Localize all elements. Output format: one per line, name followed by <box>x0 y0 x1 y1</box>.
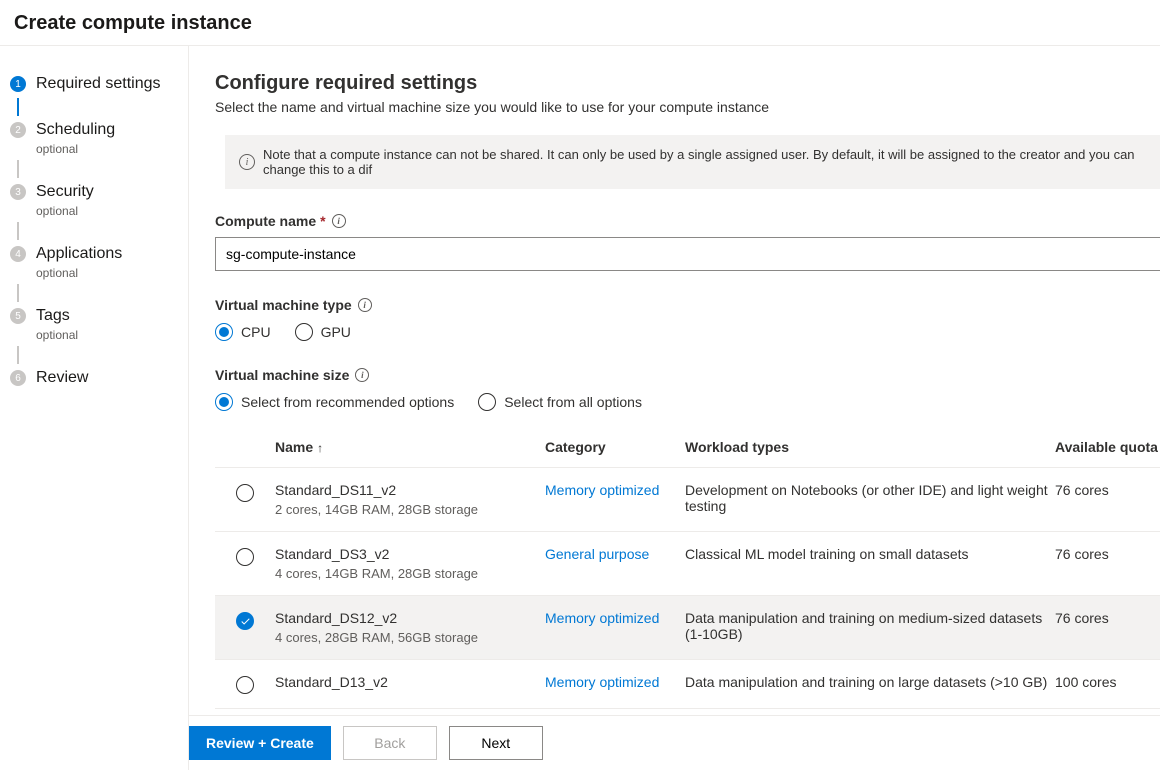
radio-label: CPU <box>241 324 271 340</box>
step-connector <box>17 160 19 178</box>
radio-icon <box>215 323 233 341</box>
vm-spec: 4 cores, 28GB RAM, 56GB storage <box>275 630 545 645</box>
vm-name: Standard_DS3_v2 <box>275 546 545 562</box>
vm-spec: 4 cores, 14GB RAM, 28GB storage <box>275 566 545 581</box>
info-icon[interactable]: i <box>358 298 372 312</box>
workload-text: Development on Notebooks (or other IDE) … <box>685 482 1055 514</box>
vm-spec: 2 cores, 14GB RAM, 28GB storage <box>275 502 545 517</box>
page-title: Create compute instance <box>14 12 1146 35</box>
step-label: Security <box>36 182 94 202</box>
vm-name: Standard_D13_v2 <box>275 674 545 690</box>
table-row[interactable]: Standard_DS3_v2 4 cores, 14GB RAM, 28GB s… <box>215 532 1160 596</box>
step-scheduling[interactable]: 2 Scheduling optional <box>10 120 188 156</box>
section-title: Configure required settings <box>215 72 1160 95</box>
col-workload[interactable]: Workload types <box>685 439 1055 455</box>
step-applications[interactable]: 4 Applications optional <box>10 244 188 280</box>
compute-name-input[interactable] <box>215 237 1160 271</box>
step-required-settings[interactable]: 1 Required settings <box>10 74 188 94</box>
quota-text: 76 cores <box>1055 546 1160 562</box>
vm-type-cpu-radio[interactable]: CPU <box>215 323 271 341</box>
radio-label: Select from recommended options <box>241 394 454 410</box>
radio-label: Select from all options <box>504 394 642 410</box>
required-asterisk: * <box>320 213 325 229</box>
col-category[interactable]: Category <box>545 439 685 455</box>
step-connector <box>17 98 19 116</box>
quota-text: 76 cores <box>1055 610 1160 626</box>
page-header: Create compute instance <box>0 0 1160 46</box>
review-create-button[interactable]: Review + Create <box>189 726 331 760</box>
step-connector <box>17 346 19 364</box>
step-label: Applications <box>36 244 122 264</box>
info-icon: i <box>239 154 255 170</box>
compute-name-label: Compute name * i <box>215 213 1160 229</box>
table-row[interactable]: Standard_D13_v2Memory optimized Data mani… <box>215 660 1160 709</box>
step-number-icon: 6 <box>10 370 26 386</box>
table-row[interactable]: Standard_DS11_v2 2 cores, 14GB RAM, 28GB … <box>215 468 1160 532</box>
info-icon[interactable]: i <box>355 368 369 382</box>
compute-name-section: Compute name * i <box>215 213 1160 271</box>
step-label: Review <box>36 368 88 388</box>
back-button[interactable]: Back <box>343 726 437 760</box>
radio-label: GPU <box>321 324 351 340</box>
step-connector <box>17 222 19 240</box>
vm-size-table: Name Category Workload types Available q… <box>215 429 1160 709</box>
sort-asc-icon <box>317 439 323 455</box>
info-icon[interactable]: i <box>332 214 346 228</box>
step-number-icon: 5 <box>10 308 26 324</box>
vm-size-all-radio[interactable]: Select from all options <box>478 393 642 411</box>
category-link[interactable]: Memory optimized <box>545 674 659 690</box>
wizard-footer: Review + Create Back Next <box>189 715 1160 770</box>
info-text: Note that a compute instance can not be … <box>263 147 1160 177</box>
section-subtitle: Select the name and virtual machine size… <box>215 99 1160 115</box>
vm-name: Standard_DS11_v2 <box>275 482 545 498</box>
main-content: Configure required settings Select the n… <box>189 46 1160 770</box>
table-header: Name Category Workload types Available q… <box>215 429 1160 468</box>
radio-icon[interactable] <box>236 484 254 502</box>
workload-text: Data manipulation and training on medium… <box>685 610 1055 642</box>
col-name[interactable]: Name <box>275 439 545 455</box>
step-label: Scheduling <box>36 120 115 140</box>
radio-icon[interactable] <box>236 676 254 694</box>
vm-type-gpu-radio[interactable]: GPU <box>295 323 351 341</box>
category-link[interactable]: Memory optimized <box>545 482 659 498</box>
step-label: Tags <box>36 306 78 326</box>
vm-type-label: Virtual machine type i <box>215 297 1160 313</box>
vm-size-section: Virtual machine size i Select from recom… <box>215 367 1160 411</box>
vm-name: Standard_DS12_v2 <box>275 610 545 626</box>
category-link[interactable]: Memory optimized <box>545 610 659 626</box>
vm-type-section: Virtual machine type i CPU GPU <box>215 297 1160 341</box>
step-security[interactable]: 3 Security optional <box>10 182 188 218</box>
table-row[interactable]: Standard_DS12_v2 4 cores, 28GB RAM, 56GB … <box>215 596 1160 660</box>
step-optional: optional <box>36 266 122 280</box>
step-connector <box>17 284 19 302</box>
workload-text: Classical ML model training on small dat… <box>685 546 1055 562</box>
vm-size-recommended-radio[interactable]: Select from recommended options <box>215 393 454 411</box>
radio-icon[interactable] <box>236 548 254 566</box>
step-optional: optional <box>36 328 78 342</box>
quota-text: 76 cores <box>1055 482 1160 498</box>
vm-size-label: Virtual machine size i <box>215 367 1160 383</box>
step-label: Required settings <box>36 74 161 94</box>
col-quota[interactable]: Available quota <box>1055 439 1160 455</box>
checkmark-icon[interactable] <box>236 612 254 630</box>
step-number-icon: 1 <box>10 76 26 92</box>
step-review[interactable]: 6 Review <box>10 368 188 388</box>
step-number-icon: 3 <box>10 184 26 200</box>
step-number-icon: 4 <box>10 246 26 262</box>
step-number-icon: 2 <box>10 122 26 138</box>
radio-icon <box>215 393 233 411</box>
radio-icon <box>295 323 313 341</box>
radio-icon <box>478 393 496 411</box>
step-tags[interactable]: 5 Tags optional <box>10 306 188 342</box>
wizard-sidebar: 1 Required settings 2 Scheduling optiona… <box>0 46 189 770</box>
info-banner: i Note that a compute instance can not b… <box>225 135 1160 189</box>
next-button[interactable]: Next <box>449 726 543 760</box>
workload-text: Data manipulation and training on large … <box>685 674 1055 690</box>
step-optional: optional <box>36 142 115 156</box>
step-optional: optional <box>36 204 94 218</box>
quota-text: 100 cores <box>1055 674 1160 690</box>
category-link[interactable]: General purpose <box>545 546 649 562</box>
